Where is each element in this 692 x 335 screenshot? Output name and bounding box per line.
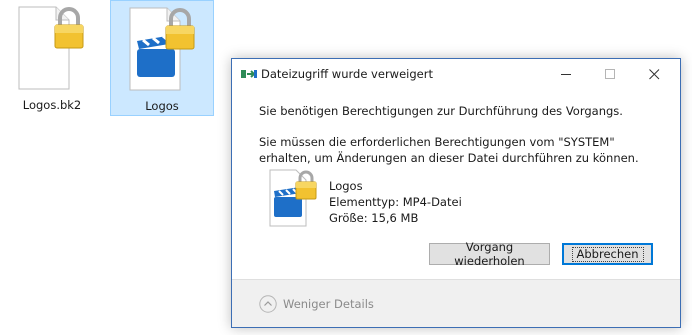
dialog-title: Dateizugriff wurde verweigert bbox=[261, 67, 433, 81]
lock-icon bbox=[165, 8, 195, 50]
chevron-up-icon bbox=[259, 295, 277, 313]
file-move-icon bbox=[241, 70, 257, 78]
retry-button-label: Vorgang wiederholen bbox=[454, 240, 525, 268]
dialog-detail-message: Sie müssen die erforderlichen Berechtigu… bbox=[259, 135, 639, 165]
file-item-logos[interactable]: Logos bbox=[110, 0, 214, 116]
cancel-button[interactable]: Abbrechen bbox=[562, 243, 653, 265]
close-icon bbox=[648, 68, 659, 79]
access-denied-dialog: Dateizugriff wurde verweigert Sie benöti… bbox=[231, 58, 681, 328]
file-details: Logos Elementtyp: MP4-Datei Größe: 15,6 … bbox=[329, 178, 462, 226]
dialog-footer: Weniger Details bbox=[232, 279, 680, 327]
maximize-button[interactable] bbox=[588, 59, 632, 89]
file-detail-name: Logos bbox=[329, 179, 363, 193]
maximize-icon bbox=[604, 68, 615, 79]
retry-button[interactable]: Vorgang wiederholen bbox=[429, 240, 550, 268]
dialog-message: Sie benötigen Berechtigungen zur Durchfü… bbox=[259, 104, 623, 118]
file-name-label: Logos.bk2 bbox=[22, 98, 82, 112]
file-item-logos-bk2[interactable]: Logos.bk2 bbox=[0, 0, 104, 116]
close-button[interactable] bbox=[632, 59, 676, 89]
file-detail-size: Größe: 15,6 MB bbox=[329, 211, 419, 225]
video-file-icon bbox=[269, 169, 317, 227]
minimize-button[interactable] bbox=[544, 59, 588, 89]
file-detail-type: Elementtyp: MP4-Datei bbox=[329, 195, 462, 209]
lock-icon bbox=[295, 170, 317, 200]
file-name-label: Logos bbox=[145, 99, 179, 113]
cancel-button-label: Abbrechen bbox=[571, 246, 644, 262]
minimize-icon bbox=[560, 73, 571, 75]
file-info-icon bbox=[269, 169, 325, 227]
dialog-titlebar[interactable]: Dateizugriff wurde verweigert bbox=[232, 59, 680, 89]
lock-icon bbox=[54, 7, 84, 49]
details-toggle-label: Weniger Details bbox=[283, 297, 374, 311]
details-toggle[interactable]: Weniger Details bbox=[259, 295, 374, 313]
